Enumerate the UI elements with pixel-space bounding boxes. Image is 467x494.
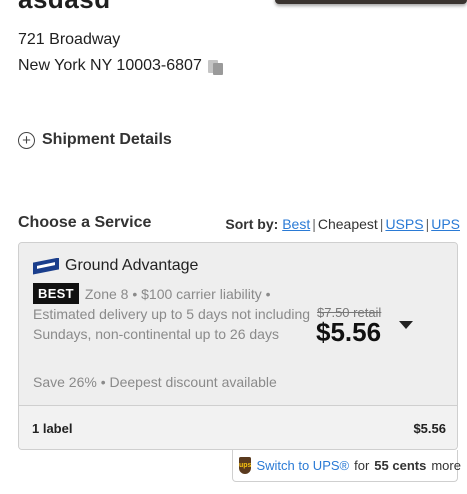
copy-icon[interactable] xyxy=(207,58,224,75)
sort-bar: Sort by: Best | Cheapest | USPS | UPS xyxy=(225,216,460,232)
labels-count: 1 label xyxy=(32,421,73,436)
ups-promo-for: for xyxy=(354,458,370,473)
service-card[interactable]: Ground Advantage BEST Zone 8 • $100 carr… xyxy=(18,242,458,450)
recipient-photo xyxy=(275,0,467,4)
ups-switch-promo: ups Switch to UPS® for 55 cents more xyxy=(232,450,461,482)
service-meta: Zone 8 • $100 carrier liability • xyxy=(84,285,271,302)
sort-label: Sort by: xyxy=(225,216,279,232)
sort-best-link[interactable]: Best xyxy=(282,216,310,232)
address-line-2: New York NY 10003-6807 xyxy=(18,57,202,74)
ups-promo-suffix: more xyxy=(431,458,461,473)
service-card-body: Ground Advantage BEST Zone 8 • $100 carr… xyxy=(19,243,457,405)
labels-total: $5.56 xyxy=(413,421,446,436)
address-line-2-row: New York NY 10003-6807 xyxy=(18,57,224,75)
label-summary-row: 1 label $5.56 xyxy=(19,405,457,449)
best-badge: BEST xyxy=(33,283,79,304)
savings-note: Save 26% • Deepest discount available xyxy=(33,374,277,390)
address-line-1: 721 Broadway xyxy=(18,31,121,48)
usps-eagle-icon xyxy=(33,257,59,275)
service-title-row: Ground Advantage xyxy=(33,257,198,275)
sort-cheapest-current: Cheapest xyxy=(317,216,378,232)
ups-promo-amount: 55 cents xyxy=(374,458,427,473)
service-meta-row: BEST Zone 8 • $100 carrier liability • xyxy=(33,283,271,304)
sort-ups-link[interactable]: UPS xyxy=(431,216,460,232)
sort-usps-link[interactable]: USPS xyxy=(385,216,423,232)
ups-shield-icon: ups xyxy=(239,457,252,474)
recipient-name: asdasd xyxy=(18,0,111,15)
shipment-details-toggle[interactable]: + Shipment Details xyxy=(18,131,172,149)
page: asdasd 721 Broadway New York NY 10003-68… xyxy=(0,0,467,494)
service-price: $5.56 xyxy=(316,317,382,347)
caret-down-icon[interactable] xyxy=(399,321,413,329)
choose-service-heading: Choose a Service xyxy=(18,214,152,231)
switch-to-ups-link[interactable]: Switch to UPS® xyxy=(256,458,349,473)
service-name: Ground Advantage xyxy=(65,257,199,274)
plus-circle-icon: + xyxy=(18,131,35,149)
shipment-details-label: Shipment Details xyxy=(42,131,172,148)
delivery-estimate: Estimated delivery up to 5 days not incl… xyxy=(33,306,311,342)
